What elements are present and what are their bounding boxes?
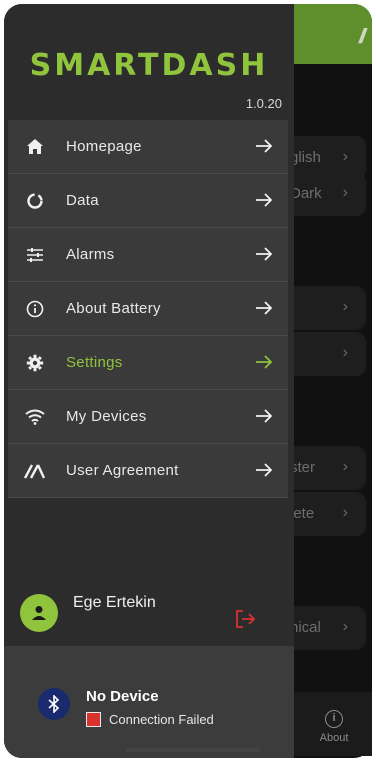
chevron-right-icon: ›: [342, 344, 348, 361]
sliders-icon: [24, 244, 46, 266]
menu-item-alarms[interactable]: Alarms: [8, 228, 288, 282]
chevron-right-icon: ›: [342, 184, 348, 201]
arrow-right-icon: [254, 352, 274, 372]
home-indicator: [126, 748, 260, 752]
data-ring-icon: [24, 190, 46, 212]
menu-item-homepage[interactable]: Homepage: [8, 120, 288, 174]
arrow-right-icon: [254, 136, 274, 156]
user-name: Ege Ertekin: [73, 594, 156, 611]
arrow-right-icon: [254, 298, 274, 318]
navigation-drawer: SMARTDASH 1.0.20 Homepage Data Alarms Ab…: [4, 4, 294, 758]
connection-status: Connection Failed: [86, 712, 214, 727]
menu-item-my-devices[interactable]: My Devices: [8, 390, 288, 444]
chevron-right-icon: ›: [342, 458, 348, 475]
tab-about[interactable]: i About: [310, 710, 358, 744]
technical-row[interactable]: nical ›: [286, 606, 366, 650]
home-icon: [24, 136, 46, 158]
arrow-right-icon: [254, 406, 274, 426]
brand-logo: SMARTDASH: [4, 48, 294, 83]
wifi-icon: [24, 406, 46, 428]
status-text: Connection Failed: [109, 712, 214, 727]
app-version: 1.0.20: [245, 96, 282, 111]
chevron-right-icon: ›: [342, 618, 348, 635]
theme-row[interactable]: Dark ›: [286, 172, 366, 216]
chevron-right-icon: ›: [342, 504, 348, 521]
gear-icon: [24, 352, 46, 374]
master-row[interactable]: ster ›: [286, 446, 366, 490]
settings-row[interactable]: ›: [286, 286, 366, 330]
delete-row[interactable]: lete ›: [286, 492, 366, 536]
info-icon: [24, 298, 46, 320]
brand-title: SMARTDASH: [29, 48, 269, 83]
brand-mark-icon: [24, 460, 46, 482]
settings-row[interactable]: ›: [286, 332, 366, 376]
menu-item-data[interactable]: Data: [8, 174, 288, 228]
drawer-menu: Homepage Data Alarms About Battery Setti…: [8, 120, 288, 498]
arrow-right-icon: [254, 244, 274, 264]
avatar: [20, 594, 58, 632]
brand-mark-icon: //: [358, 26, 366, 48]
user-icon: [32, 606, 46, 620]
menu-item-settings[interactable]: Settings: [8, 336, 288, 390]
chevron-right-icon: ›: [342, 148, 348, 165]
menu-item-about-battery[interactable]: About Battery: [8, 282, 288, 336]
status-indicator: [86, 712, 101, 727]
arrow-right-icon: [254, 460, 274, 480]
arrow-right-icon: [254, 190, 274, 210]
logout-icon[interactable]: [234, 608, 256, 630]
info-icon: i: [325, 710, 343, 728]
bluetooth-icon[interactable]: [38, 688, 70, 720]
menu-item-user-agreement[interactable]: User Agreement: [8, 444, 288, 498]
device-title: No Device: [86, 688, 159, 705]
device-status-panel: No Device Connection Failed: [4, 646, 294, 758]
chevron-right-icon: ›: [342, 298, 348, 315]
